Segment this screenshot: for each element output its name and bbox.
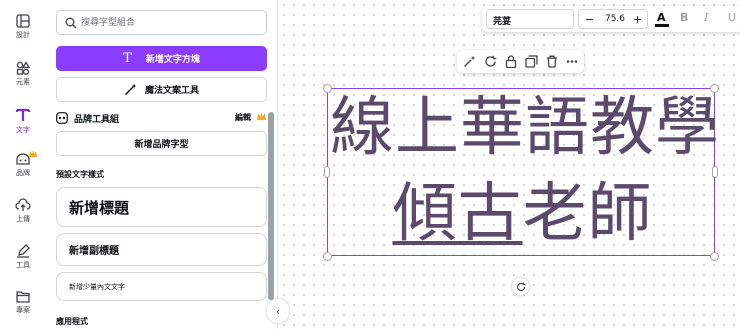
add-body-text-button[interactable]: 新增少量內文文字 (56, 272, 267, 301)
add-brand-font-button[interactable]: 新增品牌字型 (56, 131, 267, 156)
bold-button[interactable]: B (680, 11, 688, 24)
rail-elements[interactable]: 元素 (0, 61, 46, 87)
search-icon (65, 17, 77, 29)
decrease-font-size-button[interactable]: − (585, 13, 594, 26)
rail-projects-label: 專案 (16, 306, 30, 314)
rail-text[interactable]: 文字 (0, 107, 46, 135)
add-brand-font-label: 新增品牌字型 (134, 140, 189, 150)
rail-tools[interactable]: 工具 (0, 244, 46, 270)
more-options-icon[interactable] (566, 55, 578, 68)
magic-write-label: 魔法文案工具 (144, 86, 199, 96)
resize-handle-left[interactable] (324, 166, 330, 178)
canvas-text-line-1[interactable]: 線上華語教學 (330, 92, 719, 164)
rotate-icon (516, 282, 525, 291)
underline-button[interactable]: U (728, 11, 736, 24)
add-subheading-button[interactable]: 新增副標題 (56, 233, 267, 266)
rotate-handle[interactable] (512, 278, 529, 295)
rail-projects[interactable]: 專案 (0, 290, 46, 315)
search-box[interactable] (56, 10, 267, 35)
side-rail: 設計 元素 文字 品牌 上傳 工具 專案 (0, 0, 46, 329)
rail-brand[interactable]: 品牌 (0, 150, 46, 178)
collapse-panel-button[interactable]: ‹ (267, 299, 289, 323)
crown-icon (29, 150, 37, 157)
rail-uploads[interactable]: 上傳 (0, 198, 46, 224)
shapes-icon (16, 61, 30, 75)
add-heading-label: 新增標題 (69, 198, 130, 217)
cloud-upload-icon (15, 198, 31, 211)
text-t-icon: T (123, 51, 132, 66)
duplicate-icon[interactable] (525, 55, 538, 68)
add-textbox-label: 新增文字方塊 (145, 55, 200, 65)
rail-design-label: 設計 (16, 31, 30, 39)
add-textbox-button[interactable]: T 新增文字方塊 (56, 46, 267, 71)
add-heading-button[interactable]: 新增標題 (56, 187, 267, 227)
chevron-left-icon: ‹ (275, 304, 281, 318)
brand-kit-header: 品牌工具組 編輯 (56, 110, 267, 126)
panel-scrollbar[interactable] (268, 112, 274, 300)
magic-wand-icon (124, 83, 137, 95)
text-panel: T 新增文字方塊 魔法文案工具 品牌工具組 編輯 新增品牌字型 預設文字樣式 新… (46, 0, 278, 329)
brand-kit-title: 品牌工具組 (74, 114, 120, 125)
brand-kit-edit-link[interactable]: 編輯 (235, 112, 251, 123)
brand-kit-icon (56, 112, 68, 124)
font-size-value[interactable]: 75.6 (601, 14, 629, 24)
text-color-button[interactable]: A (655, 9, 669, 29)
add-subheading-label: 新增副標題 (69, 246, 119, 257)
lock-icon[interactable] (505, 55, 517, 68)
text-color-swatch (655, 24, 669, 27)
search-input[interactable] (81, 15, 261, 31)
text-t-icon (16, 108, 30, 121)
crown-icon (257, 112, 266, 120)
canvas-text-underlined-name: 傾古 (392, 177, 523, 251)
element-action-bar (457, 50, 584, 73)
font-family-dropdown[interactable]: 芫荽 (486, 9, 574, 29)
magic-sparkle-icon[interactable] (463, 55, 476, 68)
canvas-text-line-2[interactable]: 傾古老師 (330, 178, 715, 250)
magic-write-button[interactable]: 魔法文案工具 (56, 77, 267, 102)
folder-icon (16, 291, 30, 303)
rail-uploads-label: 上傳 (16, 215, 30, 223)
rail-text-label: 文字 (16, 126, 30, 134)
text-toolbar: 芫荽 − 75.6 + A B I U (482, 6, 740, 32)
italic-button[interactable]: I (704, 11, 708, 24)
apps-title: 應用程式 (56, 317, 88, 326)
canvas-text-title: 老師 (522, 177, 653, 251)
resize-handle-bottom-left[interactable] (323, 252, 332, 261)
trash-icon[interactable] (546, 55, 558, 68)
default-styles-title: 預設文字樣式 (56, 170, 104, 179)
rail-brand-label: 品牌 (16, 169, 30, 177)
rail-design[interactable]: 設計 (0, 14, 46, 40)
layout-icon (16, 14, 30, 28)
refresh-comment-icon[interactable] (484, 55, 497, 68)
add-body-text-label: 新增少量內文文字 (69, 282, 125, 291)
resize-handle-right[interactable] (712, 166, 718, 178)
increase-font-size-button[interactable]: + (633, 13, 642, 26)
rail-elements-label: 元素 (16, 78, 30, 86)
font-size-stepper: − 75.6 + (578, 9, 648, 29)
text-color-icon: A (657, 11, 666, 24)
resize-handle-bottom-right[interactable] (710, 252, 719, 261)
pen-icon (17, 244, 30, 258)
rail-tools-label: 工具 (16, 261, 30, 269)
